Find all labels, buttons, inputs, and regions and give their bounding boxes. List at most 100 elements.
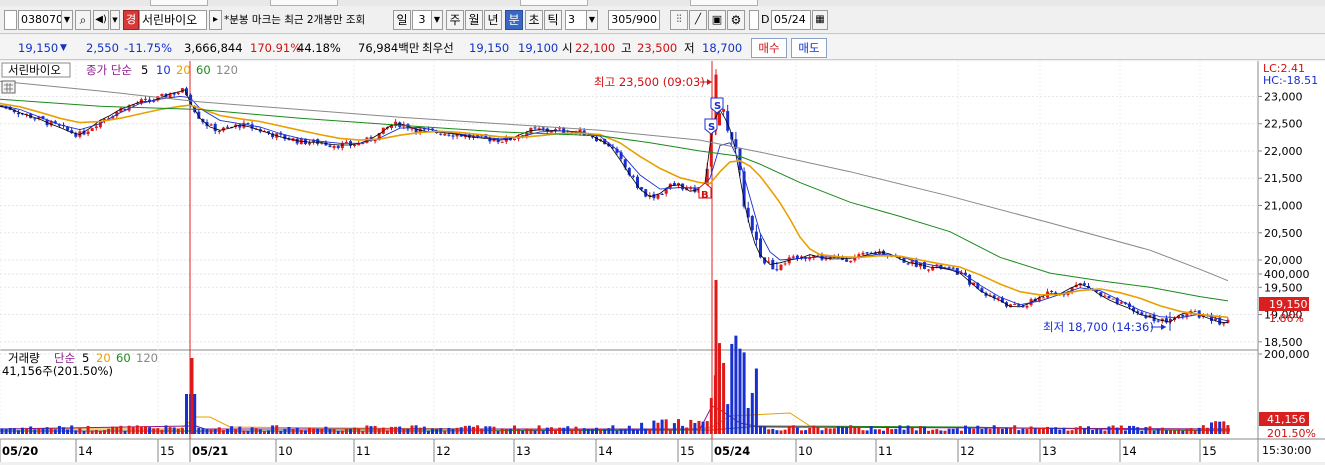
- volume-bar: [299, 429, 303, 434]
- period-second-button[interactable]: 초: [525, 10, 543, 30]
- volume-bar: [570, 429, 574, 434]
- top-tab[interactable]: [270, 0, 338, 6]
- candle-body: [1156, 320, 1160, 322]
- volume-bar: [168, 427, 172, 434]
- volume-bar: [78, 428, 82, 434]
- period-day-value[interactable]: 3: [412, 10, 432, 30]
- save-icon[interactable]: ▣: [708, 10, 726, 30]
- volume-bar: [213, 429, 217, 434]
- volume-bar: [873, 429, 877, 434]
- volume-bar: [681, 425, 685, 434]
- period-year-button[interactable]: 년: [484, 10, 502, 30]
- volume-bar: [513, 425, 516, 434]
- period-day-dropdown[interactable]: ▼: [431, 10, 443, 30]
- volume-bar: [1148, 426, 1152, 434]
- volume-bar: [841, 426, 844, 434]
- volume-bar: [611, 425, 615, 434]
- volume-bar: [476, 425, 480, 434]
- candle-body: [845, 259, 849, 262]
- volume-bar: [312, 428, 316, 434]
- best-bid: 19,100: [518, 41, 559, 55]
- volume-bar: [685, 427, 689, 434]
- volume-bar: [968, 427, 972, 434]
- stock-code-input[interactable]: 038070: [18, 10, 62, 30]
- volume-bar: [209, 429, 213, 434]
- candle-body: [660, 193, 664, 195]
- volume-bar: [344, 429, 348, 434]
- volume-bar: [492, 426, 496, 434]
- volume-bar: [701, 421, 705, 434]
- stock-name-field[interactable]: 서린바이오: [139, 10, 207, 30]
- volume-bar: [689, 419, 693, 434]
- date-input[interactable]: 05/24: [771, 10, 811, 30]
- date-checkbox[interactable]: [749, 10, 759, 30]
- volume-bar: [1169, 429, 1172, 434]
- period-week-button[interactable]: 주: [446, 10, 464, 30]
- volume-bar: [21, 427, 24, 434]
- bar-count-input[interactable]: 305/900: [608, 10, 660, 30]
- volume-bar: [554, 430, 557, 434]
- volume-bar: [754, 368, 758, 434]
- candle-body: [443, 134, 447, 136]
- volume-bar: [180, 428, 184, 434]
- volume-bar: [886, 427, 890, 434]
- volume-bar: [57, 425, 61, 434]
- search-icon[interactable]: ⌕: [75, 10, 91, 30]
- volume-bar: [627, 425, 631, 434]
- calendar-icon[interactable]: ▦: [812, 10, 828, 30]
- draw-line-icon[interactable]: ╱: [689, 10, 707, 30]
- volume-bar: [529, 428, 533, 434]
- code-lock-toggle[interactable]: [4, 10, 17, 30]
- candle-body: [791, 256, 795, 258]
- buy-button[interactable]: 매수: [751, 38, 787, 58]
- volume-bar: [964, 425, 967, 434]
- volume-bar: [574, 426, 578, 434]
- volume-bar: [545, 427, 549, 434]
- period-tick-button[interactable]: 틱: [544, 10, 562, 30]
- gear-icon[interactable]: ⚙: [727, 10, 745, 30]
- volume-bar: [517, 429, 521, 434]
- candle-body: [533, 127, 537, 129]
- volume-bar: [242, 430, 246, 434]
- candle-body: [447, 134, 451, 136]
- interval-input[interactable]: 3: [565, 10, 587, 30]
- volume-bar: [1218, 421, 1222, 434]
- volume-bar: [1095, 429, 1099, 434]
- chart-area[interactable]: 23,000 22,500 22,000 21,500 21,000 20,500 20,0…: [0, 61, 1325, 462]
- top-tab[interactable]: [520, 0, 588, 6]
- volume-bar: [53, 429, 57, 434]
- volume-bar: [1046, 426, 1049, 434]
- volume-bar: [1037, 428, 1041, 434]
- volume-bar: [652, 420, 656, 434]
- volume-bar: [845, 427, 849, 434]
- top-tab[interactable]: [150, 0, 208, 6]
- interval-dropdown[interactable]: ▼: [586, 10, 598, 30]
- volume-bar: [1222, 421, 1226, 434]
- volume-bar: [201, 428, 205, 434]
- volume-bar: [533, 430, 537, 434]
- sell-button[interactable]: 매도: [791, 38, 827, 58]
- stock-name-menu-button[interactable]: ▸: [209, 10, 222, 30]
- volume-bar: [599, 428, 603, 434]
- volume-bar: [918, 426, 922, 434]
- candle-body: [496, 140, 500, 143]
- volume-bar: [812, 425, 816, 434]
- high-label: 고: [621, 41, 632, 55]
- volume-bar: [176, 428, 180, 434]
- speaker-dropdown-button[interactable]: ▼: [110, 10, 120, 30]
- volume-tick-label: 200,000: [1264, 348, 1310, 361]
- turnover-ratio: 44.18%: [297, 41, 341, 55]
- volume-bar: [927, 430, 931, 434]
- candlestick-chart[interactable]: 23,000 22,500 22,000 21,500 21,000 20,500 20,0…: [0, 61, 1325, 462]
- volume-bar: [230, 426, 234, 434]
- period-day-button[interactable]: 일: [393, 10, 411, 30]
- high-annotation: 최고 23,500 (09:03): [594, 75, 705, 89]
- speaker-icon[interactable]: ◀): [93, 10, 109, 30]
- period-minute-button[interactable]: 분: [505, 10, 523, 30]
- volume-legend-type: 단순: [54, 351, 75, 365]
- grid-table-icon[interactable]: [1, 80, 16, 94]
- candle-tool-icon[interactable]: ⫶⫶: [670, 10, 688, 30]
- code-dropdown-button[interactable]: ▼: [61, 10, 73, 30]
- top-tab[interactable]: [690, 0, 758, 6]
- period-month-button[interactable]: 월: [465, 10, 483, 30]
